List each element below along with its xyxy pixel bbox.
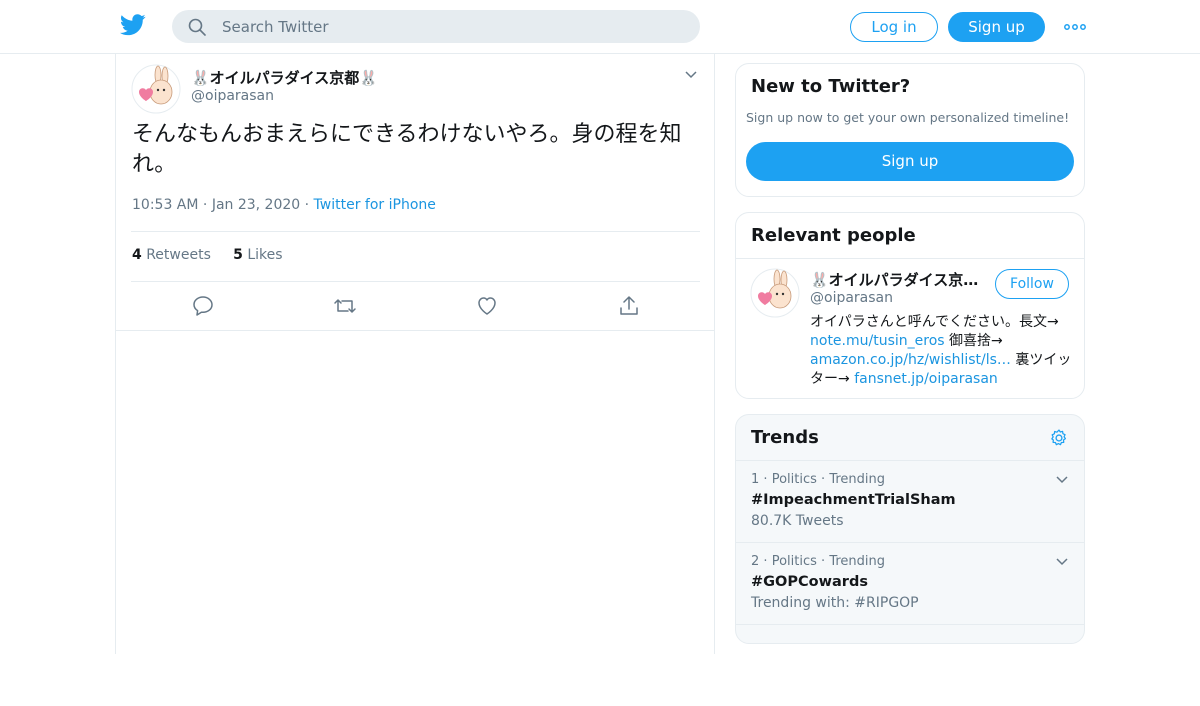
- card-title: New to Twitter?: [751, 76, 911, 97]
- divider: [131, 281, 700, 282]
- trend-item[interactable]: 1 · Politics · Trending #ImpeachmentTria…: [736, 460, 1084, 542]
- bio-link[interactable]: fansnet.jp/oiparasan: [854, 371, 998, 387]
- retweets-count: 4: [132, 247, 142, 263]
- separator-dot: ·: [304, 197, 310, 213]
- gear-icon[interactable]: [1049, 428, 1069, 448]
- search-icon: [188, 18, 206, 36]
- reply-icon[interactable]: [191, 294, 215, 318]
- person-name[interactable]: 🐰オイルパラダイス京都🐰: [810, 269, 990, 290]
- trend-meta: 2 · Politics · Trending: [751, 554, 885, 569]
- retweets-stat[interactable]: 4 Retweets: [132, 247, 211, 263]
- top-navigation-bar: Log in Sign up: [0, 0, 1200, 54]
- card-subtitle: Sign up now to get your own personalized…: [746, 110, 1070, 125]
- likes-stat[interactable]: 5 Likes: [233, 247, 282, 263]
- card-title: Relevant people: [751, 225, 916, 246]
- new-to-twitter-card: New to Twitter? Sign up now to get your …: [735, 63, 1085, 197]
- tweet-source-link[interactable]: Twitter for iPhone: [314, 197, 436, 213]
- person-handle[interactable]: @oiparasan: [810, 290, 893, 306]
- trend-category: Politics: [771, 472, 817, 487]
- twitter-bird-logo-icon[interactable]: [120, 14, 146, 36]
- trends-card: Trends 1 · Politics · Trending #Impeachm…: [735, 414, 1085, 644]
- login-button[interactable]: Log in: [850, 12, 938, 42]
- display-name[interactable]: 🐰オイルパラダイス京都🐰: [191, 67, 378, 88]
- signup-button[interactable]: Sign up: [948, 12, 1045, 42]
- likes-count: 5: [233, 247, 243, 263]
- person-bio: オイパラさんと呼んでください。長文→ note.mu/tusin_eros 御喜…: [810, 313, 1075, 389]
- trend-rank: 2: [751, 554, 760, 569]
- divider: [116, 330, 714, 331]
- likes-label: Likes: [247, 247, 283, 263]
- more-options-icon[interactable]: [1064, 24, 1086, 30]
- divider: [736, 258, 1084, 259]
- search-bar: [172, 10, 700, 43]
- trend-status: Trending: [829, 472, 885, 487]
- tweet-stats: 4 Retweets 5 Likes: [132, 247, 283, 263]
- heart-icon[interactable]: [475, 294, 499, 318]
- avatar[interactable]: [750, 268, 800, 318]
- divider: [131, 231, 700, 232]
- bunny-avatar-icon: [750, 268, 800, 318]
- follow-button[interactable]: Follow: [995, 269, 1069, 299]
- retweet-icon[interactable]: [333, 294, 357, 318]
- trend-meta: 1 · Politics · Trending: [751, 472, 885, 487]
- chevron-down-icon[interactable]: [1056, 476, 1068, 484]
- tweet-meta: 10:53 AM · Jan 23, 2020 · Twitter for iP…: [132, 197, 436, 213]
- separator-dot: ·: [202, 197, 208, 213]
- bio-text: オイパラさんと呼んでください。長文→: [810, 314, 1059, 330]
- tweet-text: そんなもんおまえらにできるわけないやろ。身の程を知れ。: [132, 122, 682, 177]
- retweets-label: Retweets: [146, 247, 211, 263]
- trend-category: Politics: [771, 554, 817, 569]
- separator-dot: ·: [821, 472, 826, 487]
- relevant-people-card: Relevant people 🐰オイルパラダイス京都🐰 @oiparasan …: [735, 212, 1085, 399]
- separator-dot: ·: [821, 554, 826, 569]
- trend-name[interactable]: #ImpeachmentTrialSham: [751, 492, 956, 508]
- trend-tweet-count: 80.7K Tweets: [751, 513, 844, 529]
- signup-card-button[interactable]: Sign up: [746, 142, 1074, 181]
- tweet-actions: [116, 294, 714, 320]
- trend-item[interactable]: [736, 624, 1084, 706]
- separator-dot: ·: [763, 472, 768, 487]
- tweet-time[interactable]: 10:53 AM: [132, 197, 198, 213]
- bio-link[interactable]: note.mu/tusin_eros: [810, 333, 945, 349]
- separator-dot: ·: [763, 554, 768, 569]
- trend-name[interactable]: #GOPCowards: [751, 574, 868, 590]
- chevron-down-icon[interactable]: [1056, 558, 1068, 566]
- bio-link[interactable]: amazon.co.jp/hz/wishlist/ls…: [810, 352, 1011, 368]
- avatar[interactable]: [131, 64, 181, 114]
- share-icon[interactable]: [617, 294, 641, 318]
- trend-context: Trending with: #RIPGOP: [751, 595, 919, 611]
- user-handle[interactable]: @oiparasan: [191, 88, 274, 104]
- trend-rank: 1: [751, 472, 760, 487]
- tweet-detail: 🐰オイルパラダイス京都🐰 @oiparasan そんなもんおまえらにできるわけな…: [115, 54, 715, 654]
- bio-text: 御喜捨→: [944, 333, 1003, 349]
- trend-status: Trending: [829, 554, 885, 569]
- chevron-down-icon[interactable]: [684, 70, 698, 80]
- card-title: Trends: [751, 427, 819, 448]
- trend-item[interactable]: 2 · Politics · Trending #GOPCowards Tren…: [736, 542, 1084, 624]
- tweet-date[interactable]: Jan 23, 2020: [212, 197, 300, 213]
- bunny-avatar-icon: [131, 64, 181, 114]
- search-input[interactable]: [222, 10, 682, 43]
